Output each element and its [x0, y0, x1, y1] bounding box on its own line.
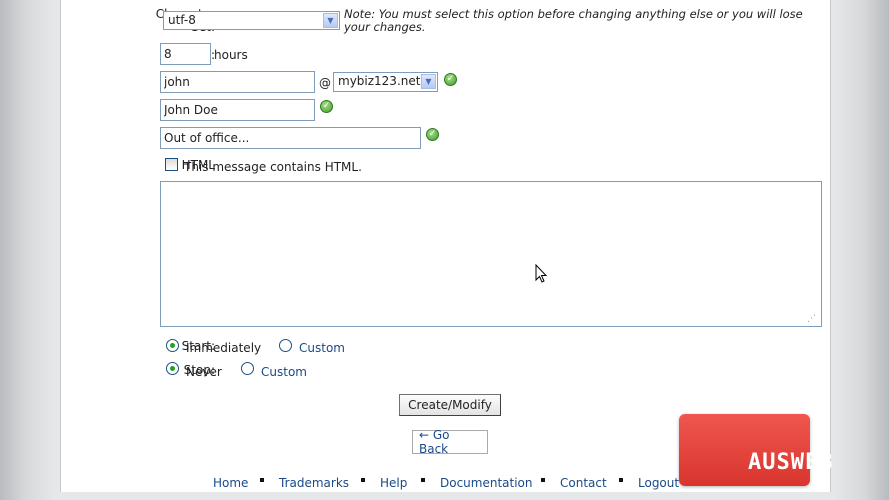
resize-grip-icon[interactable]: ⋰: [807, 314, 817, 324]
stop-custom-radio[interactable]: [241, 362, 254, 375]
charset-select[interactable]: utf-8 ▼: [163, 11, 340, 30]
footer-link-logout[interactable]: Logout: [638, 476, 679, 490]
subject-input[interactable]: [160, 127, 421, 149]
valid-check-icon: ✓: [426, 128, 439, 141]
footer-separator: [421, 478, 425, 482]
interval-input[interactable]: [160, 43, 211, 65]
footer-link-help[interactable]: Help: [380, 476, 407, 490]
charset-select-value: utf-8: [168, 13, 196, 27]
valid-check-icon: ✓: [444, 73, 457, 86]
start-custom-link[interactable]: Custom: [299, 341, 345, 355]
ausweb-logo-text: AUSWEB: [748, 450, 834, 475]
stop-never-label: Never: [186, 365, 222, 379]
html-checkbox-text: This message contains HTML.: [184, 160, 362, 174]
footer-separator: [361, 478, 365, 482]
mouse-cursor-icon: [535, 264, 548, 283]
footer-link-documentation[interactable]: Documentation: [440, 476, 533, 490]
body-textarea[interactable]: [160, 181, 822, 327]
footer-separator: [260, 478, 264, 482]
footer-link-trademarks[interactable]: Trademarks: [279, 476, 349, 490]
interval-unit: hours: [214, 48, 248, 62]
charset-note: Note: You must select this option before…: [344, 7, 803, 34]
email-domain-value: mybiz123.net: [338, 74, 421, 88]
stop-custom-link[interactable]: Custom: [261, 365, 307, 379]
footer-separator: [541, 478, 545, 482]
valid-check-icon: ✓: [320, 100, 333, 113]
create-modify-button[interactable]: Create/Modify: [399, 394, 501, 416]
chevron-down-icon: ▼: [421, 74, 436, 89]
email-user-input[interactable]: [160, 71, 315, 93]
footer-link-home[interactable]: Home: [213, 476, 248, 490]
footer-separator: [619, 478, 623, 482]
footer-link-contact[interactable]: Contact: [560, 476, 607, 490]
start-immediately-radio[interactable]: [166, 339, 179, 352]
html-checkbox[interactable]: [165, 158, 178, 171]
start-immediately-label: Immediately: [186, 341, 262, 355]
chevron-down-icon: ▼: [323, 13, 338, 28]
start-custom-radio[interactable]: [279, 339, 292, 352]
from-input[interactable]: [160, 99, 315, 121]
stop-never-radio[interactable]: [166, 362, 179, 375]
email-domain-select[interactable]: mybiz123.net ▼: [333, 72, 438, 92]
email-at-sign: @: [319, 76, 331, 90]
go-back-button[interactable]: ← Go Back: [412, 428, 488, 456]
